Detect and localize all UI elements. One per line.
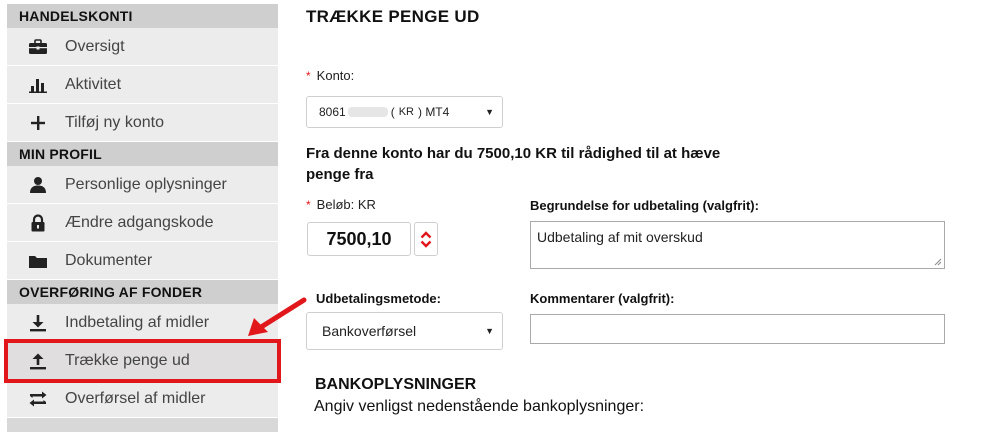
- method-label: Udbetalingsmetode:: [316, 291, 441, 306]
- account-label-text: Konto:: [316, 68, 355, 83]
- sidebar-item-label: Oversigt: [65, 37, 125, 55]
- method-value: Bankoverførsel: [322, 323, 417, 339]
- resize-handle-icon[interactable]: [934, 258, 942, 266]
- folder-icon: [27, 251, 49, 271]
- masked-account-digits: [347, 107, 388, 117]
- sidebar-item-personal-info[interactable]: Personlige oplysninger: [7, 166, 278, 204]
- transfer-icon: [27, 389, 49, 409]
- sidebar-item-documents[interactable]: Dokumenter: [7, 242, 278, 280]
- sidebar-item-change-password[interactable]: Ændre adgangskode: [7, 204, 278, 242]
- chevron-up-icon[interactable]: [420, 230, 432, 239]
- reason-textarea[interactable]: Udbetaling af mit overskud: [530, 221, 945, 269]
- upload-icon: [27, 351, 49, 371]
- comments-input[interactable]: [530, 314, 945, 344]
- reason-value: Udbetaling af mit overskud: [537, 229, 703, 245]
- withdrawal-method-select[interactable]: Bankoverførsel ▼: [306, 312, 503, 350]
- lock-icon: [27, 213, 49, 233]
- section-heading-trading-accounts: HANDELSKONTI: [7, 4, 278, 28]
- amount-input[interactable]: 7500,10: [307, 222, 411, 256]
- account-number-suffix: ) MT4: [417, 105, 450, 119]
- required-mark: *: [306, 69, 311, 83]
- section-heading-fund-transfer: OVERFØRING AF FONDER: [7, 280, 278, 304]
- sidebar-item-label: Tilføj ny konto: [65, 113, 164, 131]
- sidebar-item-label: Personlige oplysninger: [65, 175, 227, 193]
- comments-label: Kommentarer (valgfrit):: [530, 291, 675, 306]
- chevron-down-icon: ▼: [485, 107, 494, 117]
- red-arrow-pointer: [248, 297, 307, 336]
- sidebar-item-label: Trække penge ud: [65, 351, 190, 369]
- bank-details-instructions: Angiv venligst nedenstående bankoplysnin…: [314, 398, 645, 415]
- download-icon: [27, 313, 49, 333]
- sidebar-item-label: Aktivitet: [65, 75, 122, 93]
- available-balance-text: Fra denne konto har du 7500,10 KR til rå…: [306, 145, 721, 183]
- sidebar-item-label: Indbetaling af midler: [65, 313, 210, 331]
- chevron-down-icon[interactable]: [420, 240, 432, 248]
- briefcase-icon: [27, 37, 49, 57]
- amount-label: * Beløb: KR: [306, 197, 376, 212]
- bank-details-heading: BANKOPLYSNINGER: [315, 376, 477, 393]
- sidebar-item-activity[interactable]: Aktivitet: [7, 66, 278, 104]
- sidebar: HANDELSKONTI Oversigt Aktivitet Tilføj n…: [4, 4, 281, 432]
- chevron-down-icon: ▼: [485, 326, 494, 336]
- plus-icon: [27, 113, 49, 133]
- sidebar-item-label: Dokumenter: [65, 251, 153, 269]
- required-mark: *: [306, 198, 311, 212]
- reason-label: Begrundelse for udbetaling (valgfrit):: [530, 198, 759, 213]
- account-number-prefix: 8061: [319, 105, 346, 119]
- account-label: * Konto:: [306, 68, 354, 83]
- page-title: TRÆKKE PENGE UD: [306, 7, 480, 26]
- sidebar-item-label: Ændre adgangskode: [65, 213, 214, 231]
- sidebar-item-label: Overførsel af midler: [65, 389, 206, 407]
- sidebar-item-withdraw[interactable]: Trække penge ud: [4, 339, 281, 383]
- account-currency: KR: [398, 106, 414, 118]
- sidebar-item-deposit[interactable]: Indbetaling af midler: [7, 304, 278, 342]
- sidebar-item-transfer[interactable]: Overførsel af midler: [7, 380, 278, 418]
- amount-stepper[interactable]: [414, 222, 438, 256]
- bar-chart-icon: [27, 75, 49, 95]
- sidebar-item-add-account[interactable]: Tilføj ny konto: [7, 104, 278, 142]
- sidebar-footer: [7, 418, 278, 432]
- section-heading-my-profile: MIN PROFIL: [7, 142, 278, 166]
- user-icon: [27, 175, 49, 195]
- account-select[interactable]: 8061 ( KR ) MT4 ▼: [306, 96, 503, 128]
- sidebar-item-overview[interactable]: Oversigt: [7, 28, 278, 66]
- amount-label-text: Beløb: KR: [316, 197, 376, 212]
